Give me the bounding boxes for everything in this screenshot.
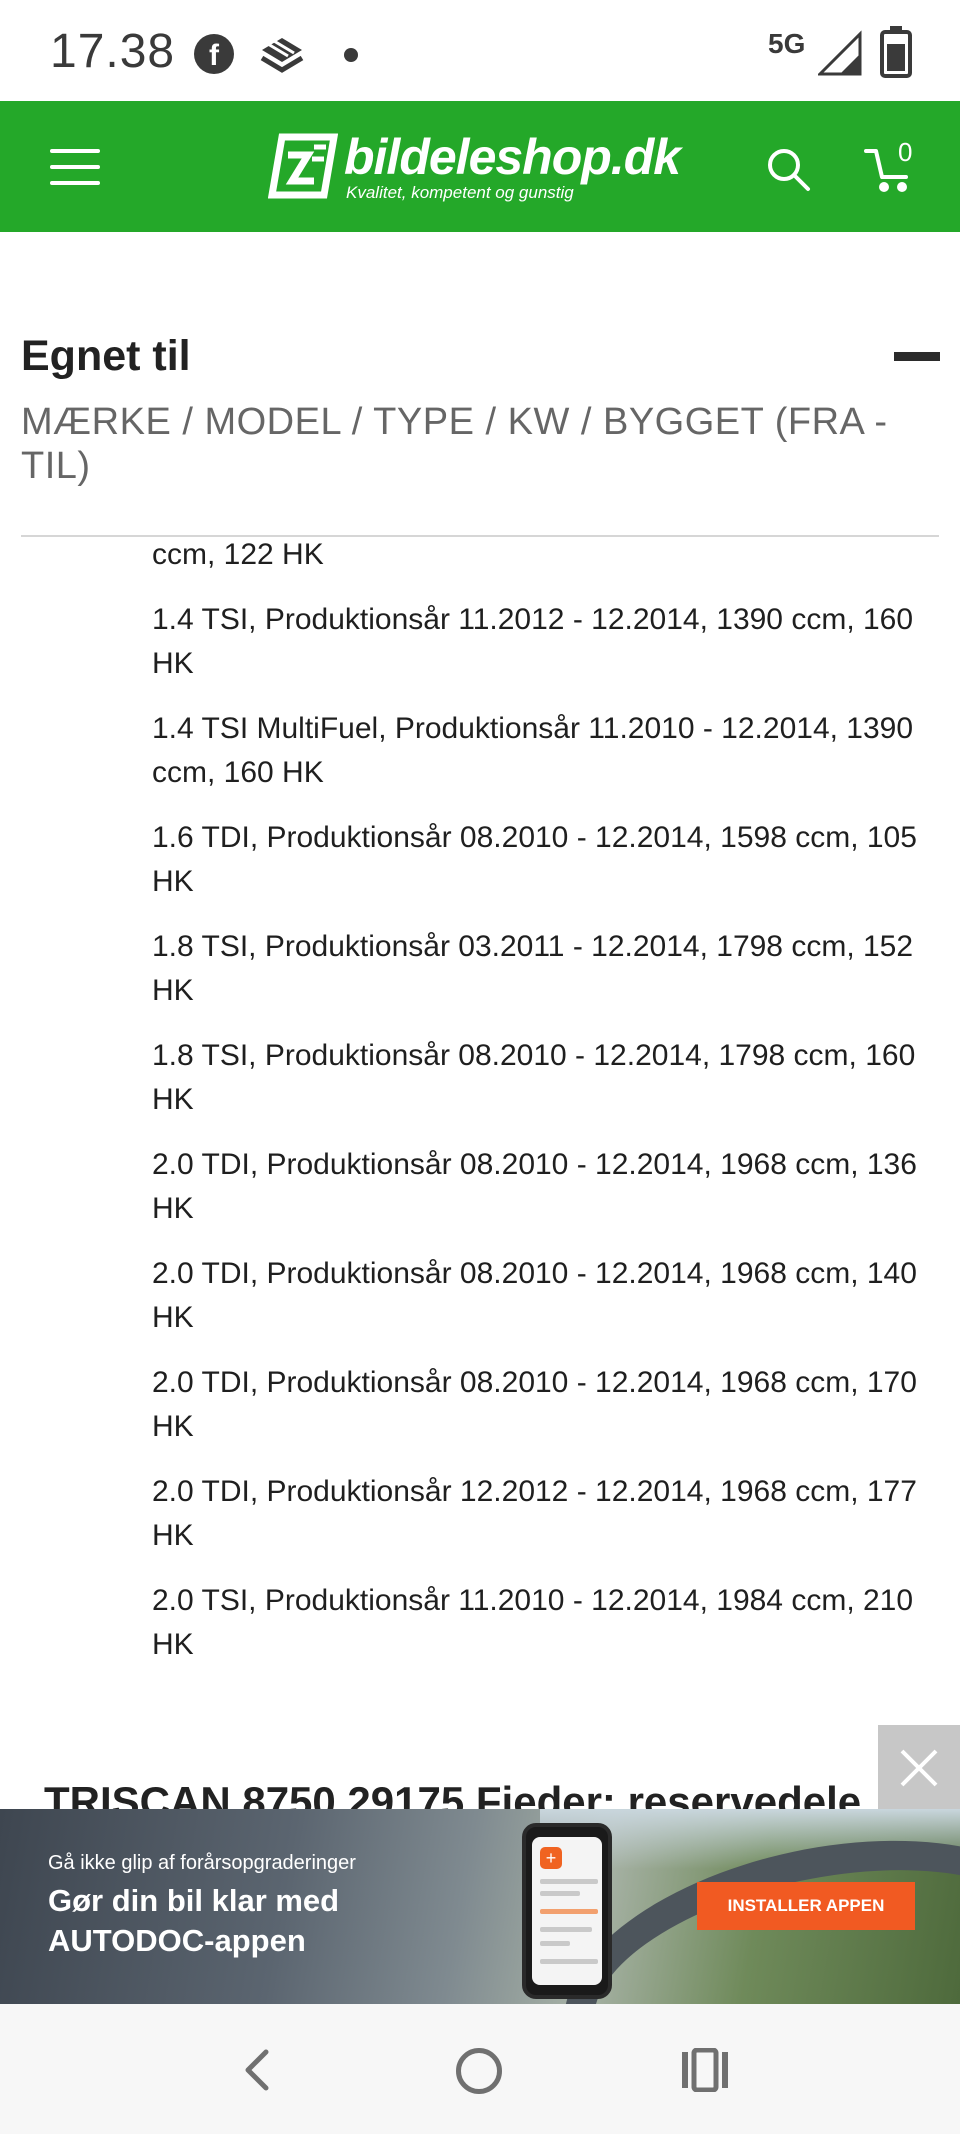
list-item: 1.4 TSI MultiFuel, Produktionsår 11.2010… xyxy=(152,712,914,789)
status-bar: 17.38 f 5G xyxy=(0,0,960,101)
section-title: Egnet til xyxy=(21,332,191,380)
site-header: bildeleshop.dk Kvalitet, kompetent og gu… xyxy=(0,101,960,232)
ad-headline: Gør din bil klar med AUTODOC-appen xyxy=(48,1883,340,1958)
recents-icon[interactable] xyxy=(680,2048,730,2092)
ad-kicker: Gå ikke glip af forårsopgraderinger xyxy=(48,1852,356,1874)
cart-count-badge: 0 xyxy=(898,137,913,167)
status-time: 17.38 xyxy=(50,25,176,78)
back-icon[interactable] xyxy=(238,2046,278,2094)
fitment-list: ccm, 122 HK 1.4 TSI, Produktionsår 11.20… xyxy=(152,533,942,1688)
search-icon[interactable] xyxy=(764,145,812,193)
brand-tagline: Kvalitet, kompetent og gunstig xyxy=(346,183,574,202)
logo[interactable]: bildeleshop.dk Kvalitet, kompetent og gu… xyxy=(268,129,692,207)
system-nav-bar xyxy=(0,2004,960,2134)
menu-button[interactable] xyxy=(50,149,100,185)
network-type: 5G xyxy=(768,28,806,59)
phone-image: + xyxy=(522,1823,612,1999)
list-item: 2.0 TDI, Produktionsår 08.2010 - 12.2014… xyxy=(152,1366,917,1443)
ad-banner[interactable]: Gå ikke glip af forårsopgraderinger Gør … xyxy=(0,1809,960,2004)
brand-name: bildeleshop.dk xyxy=(344,129,681,185)
list-item: 1.4 TSI, Produktionsår 11.2012 - 12.2014… xyxy=(152,603,914,680)
install-app-button[interactable]: INSTALLER APPEN xyxy=(697,1882,915,1930)
close-icon[interactable] xyxy=(878,1725,960,1809)
list-item: 1.8 TSI, Produktionsår 03.2011 - 12.2014… xyxy=(152,930,914,1007)
logo-mark-icon xyxy=(268,133,338,199)
list-item: 1.6 TDI, Produktionsår 08.2010 - 12.2014… xyxy=(152,821,917,898)
list-item: 2.0 TDI, Produktionsår 08.2010 - 12.2014… xyxy=(152,1148,917,1225)
facebook-icon: f xyxy=(194,34,234,74)
section-subtitle: MÆRKE / MODEL / TYPE / KW / BYGGET (FRA … xyxy=(21,401,888,487)
list-item: ccm, 122 HK xyxy=(152,538,324,571)
home-icon[interactable] xyxy=(456,2048,502,2094)
hamburger-icon xyxy=(50,149,100,153)
list-item: 1.8 TSI, Produktionsår 08.2010 - 12.2014… xyxy=(152,1039,916,1116)
list-item: 2.0 TDI, Produktionsår 08.2010 - 12.2014… xyxy=(152,1257,917,1334)
signal-icon xyxy=(818,30,862,76)
dot-icon xyxy=(344,48,358,62)
app-icon: + xyxy=(540,1847,562,1869)
battery-icon xyxy=(880,26,912,78)
stack-icon xyxy=(260,38,304,73)
list-item: 2.0 TSI, Produktionsår 11.2010 - 12.2014… xyxy=(152,1584,914,1661)
list-item: 2.0 TDI, Produktionsår 12.2012 - 12.2014… xyxy=(152,1475,917,1552)
collapse-button[interactable] xyxy=(894,352,940,361)
